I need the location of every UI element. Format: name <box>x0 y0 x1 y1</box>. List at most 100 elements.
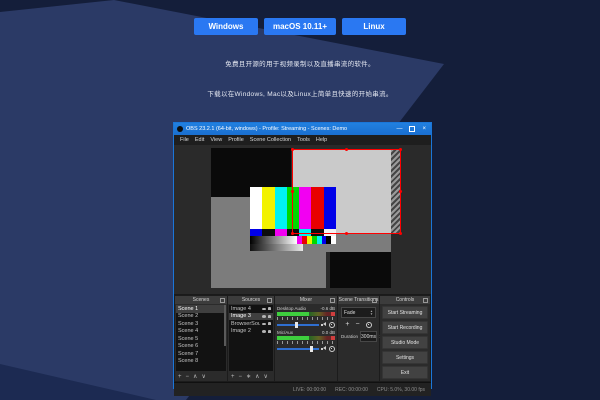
slider-knob[interactable] <box>310 346 313 352</box>
control-button[interactable]: Start Streaming <box>382 306 428 319</box>
resize-handle[interactable] <box>345 232 348 235</box>
duration-spinbox[interactable]: 300ms <box>360 331 377 342</box>
meter-ticks <box>277 341 335 344</box>
lock-icon[interactable] <box>268 307 271 310</box>
scenes-dock-title: Scenes <box>193 297 210 303</box>
gear-icon[interactable] <box>329 322 335 328</box>
color-bars-gradient-row <box>250 236 336 244</box>
scenes-toolbar-icon[interactable]: ∨ <box>201 373 205 380</box>
visibility-eye-icon[interactable] <box>262 315 266 318</box>
resize-handle[interactable] <box>399 148 402 151</box>
resize-handle[interactable] <box>399 232 402 235</box>
channel-db: -0.6 dB <box>320 306 335 311</box>
lock-icon[interactable] <box>268 330 271 333</box>
control-button[interactable]: Studio Mode <box>382 336 428 349</box>
lock-icon[interactable] <box>268 315 271 318</box>
duration-value: 300ms <box>361 334 376 340</box>
selection-bounding-box[interactable] <box>292 149 401 234</box>
sources-toolbar: +−∗ ∧ ∨ <box>228 372 274 381</box>
lock-icon[interactable] <box>268 322 271 325</box>
audio-level-meter <box>277 312 335 316</box>
menu-item[interactable]: View <box>207 137 225 143</box>
download-button[interactable]: Windows <box>194 18 258 35</box>
download-button[interactable]: macOS 10.11+ <box>264 18 336 35</box>
channel-name: Desktop Audio <box>277 306 306 311</box>
menu-item[interactable]: Profile <box>225 137 247 143</box>
source-list-item[interactable]: Image 4 <box>229 305 273 313</box>
sources-toolbar-icon[interactable]: ∗ <box>246 373 251 380</box>
sources-toolbar-icon[interactable]: ∧ <box>255 373 259 380</box>
transition-select[interactable]: Fade ▲▼ <box>341 307 376 318</box>
audio-level-meter <box>277 336 335 340</box>
scenes-toolbar: +−∧ ∨ <box>175 372 227 381</box>
sources-toolbar-icon[interactable]: − <box>239 374 243 380</box>
scenes-toolbar-icon[interactable]: − <box>186 374 190 380</box>
scene-list-item[interactable]: Scene 1 <box>176 305 226 313</box>
dock-popout-icon[interactable] <box>267 298 272 303</box>
visibility-eye-icon[interactable] <box>262 330 266 333</box>
menu-item[interactable]: Scene Collection <box>247 137 294 143</box>
volume-slider[interactable] <box>277 324 319 326</box>
maximize-icon[interactable] <box>409 126 415 132</box>
slider-knob[interactable] <box>295 322 298 328</box>
visibility-eye-icon[interactable] <box>262 308 266 311</box>
scenes-toolbar-icon[interactable]: ∧ <box>193 373 197 380</box>
resize-handle[interactable] <box>399 190 402 193</box>
volume-slider[interactable] <box>277 348 319 350</box>
menu-item[interactable]: Help <box>313 137 330 143</box>
resize-handle[interactable] <box>291 190 294 193</box>
gear-icon[interactable] <box>329 346 335 352</box>
scene-source-black-bottomright[interactable] <box>330 252 391 288</box>
preview-canvas[interactable] <box>174 145 431 295</box>
duration-label: Duration <box>341 334 358 339</box>
add-transition-button[interactable]: + <box>345 321 349 328</box>
controls-dock-title: Controls <box>396 297 415 303</box>
sources-dock: Sources Image 4 Image 3 BrowserSource <box>228 296 274 381</box>
channel-name: Mic/Aux <box>277 330 293 335</box>
resize-handle[interactable] <box>291 232 294 235</box>
scenes-scrollbar[interactable] <box>224 305 226 346</box>
resize-handle[interactable] <box>345 148 348 151</box>
sources-toolbar-icon[interactable]: ∨ <box>263 373 267 380</box>
menu-item[interactable]: File <box>177 137 192 143</box>
chevron-updown-icon: ▲▼ <box>370 310 373 316</box>
scene-list-item[interactable]: Scene 3 <box>176 320 226 328</box>
scenes-toolbar-icon[interactable]: + <box>178 374 182 380</box>
close-icon[interactable]: × <box>422 126 426 132</box>
tagline-secondary: 下载以在Windows, Mac以及Linux上简单且快速的开始串流。 <box>0 88 600 98</box>
dock-popout-icon[interactable] <box>372 298 377 303</box>
speaker-icon[interactable] <box>321 322 327 328</box>
speaker-icon[interactable] <box>321 346 327 352</box>
dock-popout-icon[interactable] <box>220 298 225 303</box>
mini-color-strip <box>297 236 336 244</box>
scene-list-item[interactable]: Scene 2 <box>176 313 226 321</box>
visibility-eye-icon[interactable] <box>262 323 266 326</box>
menu-item[interactable]: Tools <box>294 137 313 143</box>
control-button[interactable]: Exit <box>382 366 428 379</box>
mixer-dock-title: Mixer <box>300 297 312 303</box>
scene-list-item[interactable]: Scene 8 <box>176 358 226 366</box>
status-live: LIVE: 00:00:00 <box>293 387 326 393</box>
transition-gear-icon[interactable] <box>366 322 372 328</box>
transition-value: Fade <box>344 310 355 316</box>
scene-list-item[interactable]: Scene 4 <box>176 328 226 336</box>
control-button[interactable]: Settings <box>382 351 428 364</box>
dock-popout-icon[interactable] <box>330 298 335 303</box>
menu-item[interactable]: Edit <box>192 137 207 143</box>
source-list-item[interactable]: Image 2 <box>229 328 273 336</box>
scene-list-item[interactable]: Scene 5 <box>176 335 226 343</box>
remove-transition-button[interactable]: − <box>356 321 360 328</box>
minimize-icon[interactable]: — <box>396 126 402 132</box>
sources-toolbar-icon[interactable]: + <box>231 374 235 380</box>
scenes-list: Scene 1 Scene 2 Scene 3 Scene 4 Scene 5 … <box>176 305 226 371</box>
download-button[interactable]: Linux <box>342 18 406 35</box>
scene-list-item[interactable]: Scene 6 <box>176 343 226 351</box>
scene-list-item[interactable]: Scene 7 <box>176 350 226 358</box>
dock-popout-icon[interactable] <box>423 298 428 303</box>
resize-handle[interactable] <box>291 148 294 151</box>
source-list-item[interactable]: Image 3 <box>229 313 273 321</box>
control-button[interactable]: Start Recording <box>382 321 428 334</box>
source-list-item[interactable]: BrowserSource <box>229 320 273 328</box>
transitions-dock: Scene Transitions Fade ▲▼ + − Duration 3… <box>338 296 379 381</box>
window-titlebar[interactable]: OBS 23.2.1 (64-bit, windows) - Profile: … <box>174 123 431 135</box>
